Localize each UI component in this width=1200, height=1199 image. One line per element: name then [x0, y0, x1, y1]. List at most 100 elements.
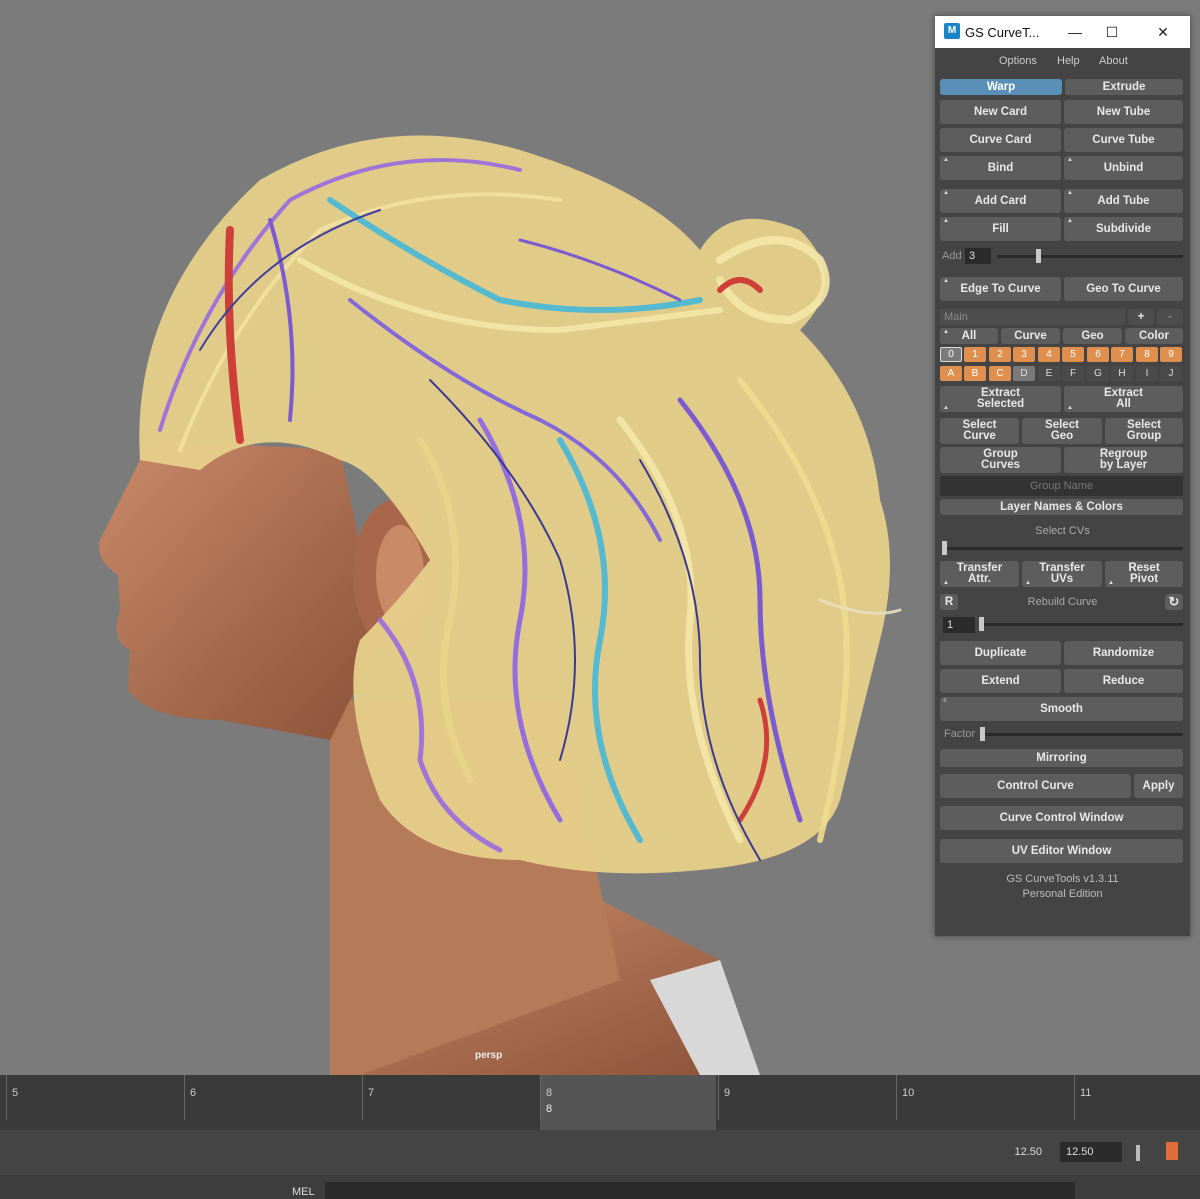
curve-tube-button[interactable]: Curve Tube — [1064, 128, 1183, 152]
range-end-field[interactable]: 12.50 — [960, 1142, 1050, 1162]
layer-d-button[interactable]: D — [1013, 366, 1035, 381]
add-tube-button[interactable]: ▲ Add Tube — [1064, 189, 1183, 213]
rebuild-slider-handle[interactable] — [979, 617, 984, 631]
options-marker-icon: ▲ — [1067, 218, 1073, 224]
edge-to-curve-label: Edge To Curve — [960, 283, 1041, 295]
randomize-button[interactable]: Randomize — [1064, 641, 1183, 665]
rebuild-value-field[interactable]: 1 — [943, 617, 975, 633]
edge-to-curve-button[interactable]: ▲ Edge To Curve — [940, 277, 1061, 301]
refresh-icon[interactable]: ↻ — [1165, 594, 1183, 610]
regroup-by-layer-button[interactable]: Regroup by Layer — [1064, 447, 1183, 473]
layer-collection-dropdown[interactable]: Main — [940, 309, 1125, 325]
range-end-field-2[interactable]: 12.50 — [1060, 1142, 1122, 1162]
fill-button[interactable]: ▲ Fill — [940, 217, 1061, 241]
options-marker-icon: ▲ — [943, 580, 949, 586]
extrude-button[interactable]: Extrude — [1065, 79, 1183, 95]
layer-7-button[interactable]: 7 — [1111, 347, 1133, 362]
extract-all-button[interactable]: ▲ Extract All — [1064, 386, 1183, 412]
remove-collection-button[interactable]: - — [1157, 309, 1183, 325]
control-curve-button[interactable]: Control Curve — [940, 774, 1131, 798]
layer-h-button[interactable]: H — [1111, 366, 1133, 381]
rebuild-slider[interactable] — [979, 623, 1183, 626]
layer-3-button[interactable]: 3 — [1013, 347, 1035, 362]
gs-curvetools-window[interactable]: M GS CurveT... — ☐ ✕ Options Help About … — [935, 16, 1190, 936]
transfer-attr-button[interactable]: ▲ Transfer Attr. — [940, 561, 1019, 587]
layer-a-button[interactable]: A — [940, 366, 962, 381]
layer-i-button[interactable]: I — [1136, 366, 1158, 381]
filter-curve-button[interactable]: Curve — [1001, 328, 1060, 344]
subdivide-button[interactable]: ▲ Subdivide — [1064, 217, 1183, 241]
command-input[interactable] — [325, 1182, 1075, 1199]
playhead[interactable] — [540, 1075, 716, 1130]
group-curves-button[interactable]: Group Curves — [940, 447, 1061, 473]
filter-all-label: All — [961, 330, 977, 342]
reduce-button[interactable]: Reduce — [1064, 669, 1183, 693]
layer-j-button[interactable]: J — [1160, 366, 1182, 381]
select-cvs-slider[interactable] — [943, 547, 1183, 550]
new-card-button[interactable]: New Card — [940, 100, 1061, 124]
reset-pivot-button[interactable]: ▲ Reset Pivot — [1105, 561, 1183, 587]
frame-label: 6 — [190, 1087, 197, 1099]
smooth-label: Smooth — [1040, 703, 1083, 715]
add-count-slider-handle[interactable] — [1036, 249, 1041, 263]
factor-slider[interactable] — [981, 733, 1183, 736]
frame-label: 8 — [546, 1087, 553, 1099]
curve-control-window-button[interactable]: Curve Control Window — [940, 806, 1183, 830]
layer-2-button[interactable]: 2 — [989, 347, 1011, 362]
layer-g-button[interactable]: G — [1087, 366, 1109, 381]
fill-label: Fill — [992, 223, 1009, 235]
factor-slider-handle[interactable] — [980, 727, 985, 741]
new-tube-button[interactable]: New Tube — [1064, 100, 1183, 124]
layer-4-button[interactable]: 4 — [1038, 347, 1060, 362]
add-count-field[interactable]: 3 — [965, 248, 991, 264]
layer-6-button[interactable]: 6 — [1087, 347, 1109, 362]
duplicate-button[interactable]: Duplicate — [940, 641, 1061, 665]
key-tick-icon[interactable] — [1136, 1145, 1140, 1161]
bind-button[interactable]: ▲ Bind — [940, 156, 1061, 180]
transfer-uvs-button[interactable]: ▲ Transfer UVs — [1022, 561, 1102, 587]
add-collection-button[interactable]: + — [1128, 309, 1154, 325]
time-slider[interactable]: 5 6 7 8 9 10 11 — [0, 1075, 1200, 1130]
layer-8-button[interactable]: 8 — [1136, 347, 1158, 362]
layer-1-button[interactable]: 1 — [964, 347, 986, 362]
layer-c-button[interactable]: C — [989, 366, 1011, 381]
frame-label: 10 — [902, 1087, 915, 1099]
filter-all-button[interactable]: ▲ All — [940, 328, 998, 344]
unbind-button[interactable]: ▲ Unbind — [1064, 156, 1183, 180]
add-count-slider[interactable] — [997, 255, 1183, 258]
group-name-field[interactable]: Group Name — [940, 476, 1183, 496]
layer-9-button[interactable]: 9 — [1160, 347, 1182, 362]
layer-e-button[interactable]: E — [1038, 366, 1060, 381]
factor-label: Factor — [944, 728, 976, 740]
mirroring-button[interactable]: Mirroring — [940, 749, 1183, 767]
curve-card-button[interactable]: Curve Card — [940, 128, 1061, 152]
add-card-button[interactable]: ▲ Add Card — [940, 189, 1061, 213]
select-geo-button[interactable]: Select Geo — [1022, 418, 1102, 444]
layer-f-button[interactable]: F — [1062, 366, 1084, 381]
geo-to-curve-button[interactable]: Geo To Curve — [1064, 277, 1183, 301]
frame-label: 9 — [724, 1087, 731, 1099]
layer-5-button[interactable]: 5 — [1062, 347, 1084, 362]
subdivide-label: Subdivide — [1096, 223, 1151, 235]
apply-button[interactable]: Apply — [1134, 774, 1183, 798]
options-marker-icon: ▲ — [943, 278, 949, 284]
extract-selected-button[interactable]: ▲ Extract Selected — [940, 386, 1061, 412]
filter-color-button[interactable]: Color — [1125, 328, 1183, 344]
select-curve-button[interactable]: Select Curve — [940, 418, 1019, 444]
extend-button[interactable]: Extend — [940, 669, 1061, 693]
warp-button[interactable]: Warp — [940, 79, 1062, 95]
filter-geo-button[interactable]: Geo — [1063, 328, 1122, 344]
uv-editor-window-button[interactable]: UV Editor Window — [940, 839, 1183, 863]
bind-label: Bind — [987, 162, 1014, 174]
bookmark-icon[interactable] — [1166, 1142, 1178, 1160]
version-label: GS CurveTools v1.3.11 — [1006, 873, 1119, 885]
smooth-button[interactable]: ≡ Smooth — [940, 697, 1183, 721]
mel-label[interactable]: MEL — [292, 1186, 315, 1198]
options-marker-icon: ▲ — [1025, 580, 1031, 586]
select-group-button[interactable]: Select Group — [1105, 418, 1183, 444]
options-marker-icon: ▲ — [1067, 157, 1073, 163]
select-cvs-slider-handle[interactable] — [942, 541, 947, 555]
layer-names-colors-button[interactable]: Layer Names & Colors — [940, 499, 1183, 515]
layer-0-button[interactable]: 0 — [940, 347, 962, 362]
layer-b-button[interactable]: B — [964, 366, 986, 381]
